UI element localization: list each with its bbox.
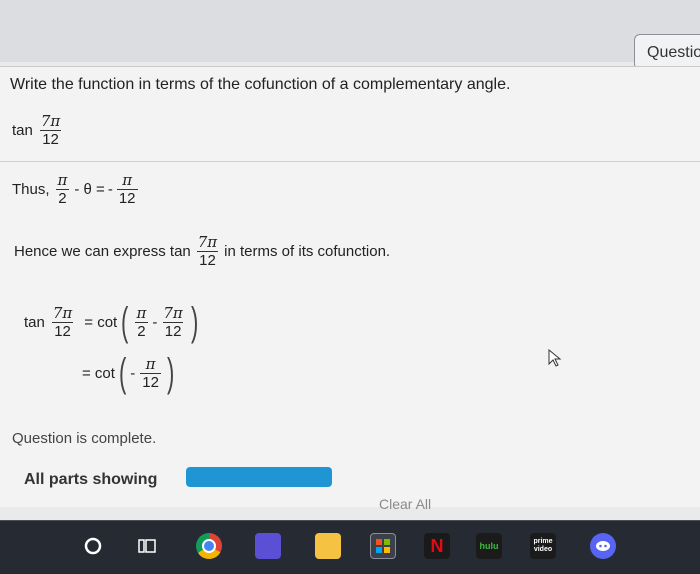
thus-line: Thus, π 2 - θ = - π 12 — [12, 172, 140, 207]
right-paren: ) — [166, 351, 175, 395]
hence-fraction: 7π 12 — [196, 234, 219, 269]
mouse-cursor-icon — [548, 349, 562, 367]
parts-progress-bar[interactable] — [186, 467, 332, 487]
question-prompt: Write the function in terms of the cofun… — [10, 76, 511, 93]
left-paren: ( — [121, 300, 129, 344]
discord-icon[interactable] — [590, 533, 616, 559]
func-tan: tan — [12, 122, 33, 139]
eq-cot: = cot — [82, 364, 115, 382]
right-paren: ) — [190, 300, 199, 344]
eq-cot: = cot — [84, 313, 118, 331]
minus-sign: - — [107, 181, 113, 198]
func-tan: tan — [24, 313, 45, 331]
pi-over-2: π 2 — [56, 172, 70, 207]
frac-num: π — [57, 171, 68, 189]
frac-den: 2 — [135, 321, 148, 340]
frac-num: π — [122, 171, 133, 189]
frac-den: 12 — [40, 130, 61, 148]
frac-num: 7π — [40, 112, 61, 130]
minus-sign: - — [130, 364, 136, 382]
start-circle-icon[interactable] — [80, 533, 106, 559]
derivation-line-1: tan 7π 12 = cot ( π 2 - 7π 12 ) — [24, 302, 202, 342]
left-paren: ( — [118, 351, 127, 395]
netflix-icon[interactable]: N — [424, 533, 450, 559]
frac-den: 2 — [56, 189, 69, 207]
pi-over-2: π 2 — [135, 303, 149, 340]
derivation-line-2: = cot ( - π 12 ) — [82, 353, 178, 393]
frac-den: 12 — [197, 251, 218, 269]
status-text: Question is complete. — [12, 430, 157, 447]
clear-all-button[interactable]: Clear All — [379, 496, 431, 512]
task-view-icon[interactable] — [134, 533, 160, 559]
frac-den: 12 — [52, 321, 73, 340]
question-tab[interactable]: Questio — [634, 34, 700, 70]
store-icon[interactable] — [370, 533, 396, 559]
thus-label: Thus, — [12, 181, 50, 198]
chrome-icon[interactable] — [196, 533, 222, 559]
file-explorer-icon[interactable] — [315, 533, 341, 559]
frac-num: 7π — [197, 233, 218, 251]
frac-num: 7π — [163, 303, 183, 322]
pi-over-12: π 12 — [116, 171, 138, 207]
minus-theta-eq: - θ = — [74, 181, 105, 198]
frac-den: 12 — [140, 372, 161, 391]
frac-num: π — [145, 354, 156, 373]
divider — [0, 161, 700, 162]
prime-video-icon[interactable]: prime video — [530, 533, 556, 559]
minus-sign: - — [152, 313, 158, 331]
frac-num: 7π — [52, 303, 73, 322]
app-purple-icon[interactable] — [255, 533, 281, 559]
top-strip — [0, 0, 700, 62]
hence-line: Hence we can express tan 7π 12 in terms … — [14, 234, 391, 270]
inner-fraction: 7π 12 — [161, 303, 184, 340]
given-expression: tan 7π 12 — [12, 113, 64, 148]
frac-den: 12 — [116, 189, 138, 207]
lhs-fraction: 7π 12 — [51, 303, 74, 340]
frac-den: 12 — [162, 321, 184, 340]
frac-num: π — [136, 303, 147, 322]
hence-text-a: Hence we can express tan — [14, 243, 191, 260]
given-fraction: 7π 12 — [39, 113, 62, 148]
hulu-icon[interactable]: hulu — [476, 533, 502, 559]
parts-label: All parts showing — [24, 471, 158, 488]
pi-over-12: π 12 — [140, 354, 161, 391]
hence-text-b: in terms of its cofunction. — [224, 243, 391, 260]
